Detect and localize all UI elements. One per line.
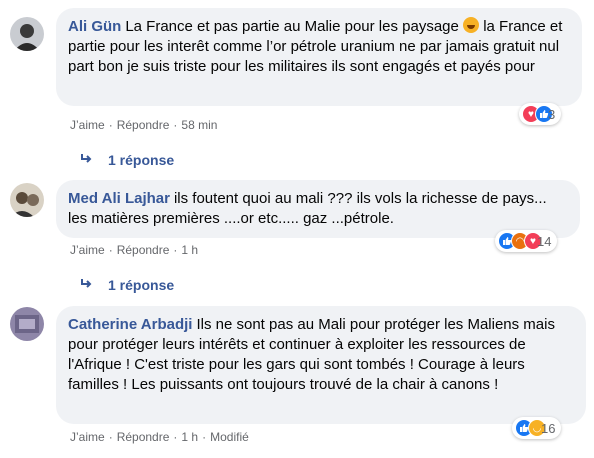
timestamp[interactable]: 58 min bbox=[181, 118, 217, 132]
comment-author[interactable]: Ali Gün bbox=[68, 18, 121, 35]
timestamp[interactable]: 1 h bbox=[181, 430, 198, 444]
reply-link[interactable]: Répondre bbox=[117, 243, 170, 257]
like-link[interactable]: J’aime bbox=[70, 118, 105, 132]
like-link[interactable]: J’aime bbox=[70, 243, 105, 257]
comment-actions: J’aime · Répondre · 1 h · Modifié bbox=[70, 430, 249, 444]
comment-author[interactable]: Med Ali Lajhar bbox=[68, 190, 170, 207]
reply-link[interactable]: Répondre bbox=[117, 430, 170, 444]
reply-link[interactable]: Répondre bbox=[117, 118, 170, 132]
edited-label: Modifié bbox=[210, 430, 249, 444]
reply-arrow-icon bbox=[80, 150, 98, 170]
reaction-count: 16 bbox=[541, 420, 556, 436]
comment-bubble: Catherine Arbadji Ils ne sont pas au Mali… bbox=[56, 306, 586, 424]
rolling-on-floor-laughing-emoji-icon bbox=[463, 17, 480, 33]
replies-label: 1 réponse bbox=[108, 277, 175, 293]
comment-text: La France et pas partie au Malie pour le… bbox=[125, 18, 459, 35]
comment-actions: J’aime · Répondre · 1 h bbox=[70, 243, 199, 257]
reaction-count: 3 bbox=[548, 106, 556, 122]
reply-arrow-icon bbox=[80, 275, 98, 295]
avatar[interactable] bbox=[10, 307, 44, 341]
reaction-count: 14 bbox=[537, 233, 552, 249]
reaction-summary[interactable]: ♥ 3 bbox=[519, 103, 562, 125]
reaction-summary[interactable]: ◠ ♥ 14 bbox=[495, 230, 558, 252]
timestamp[interactable]: 1 h bbox=[181, 243, 198, 257]
comment-actions: J’aime · Répondre · 58 min bbox=[70, 118, 218, 132]
avatar[interactable] bbox=[10, 17, 44, 51]
reaction-summary[interactable]: ◡ 16 bbox=[512, 417, 562, 439]
replies-label: 1 réponse bbox=[108, 152, 175, 168]
comment-author[interactable]: Catherine Arbadji bbox=[68, 316, 192, 333]
comment-bubble: Ali Gün La France et pas partie au Malie … bbox=[56, 8, 582, 106]
view-replies-link[interactable]: 1 réponse bbox=[80, 275, 174, 295]
view-replies-link[interactable]: 1 réponse bbox=[80, 150, 174, 170]
comment-bubble: Med Ali Lajhar ils foutent quoi au mali ?… bbox=[56, 180, 580, 238]
like-link[interactable]: J’aime bbox=[70, 430, 105, 444]
avatar[interactable] bbox=[10, 183, 44, 217]
